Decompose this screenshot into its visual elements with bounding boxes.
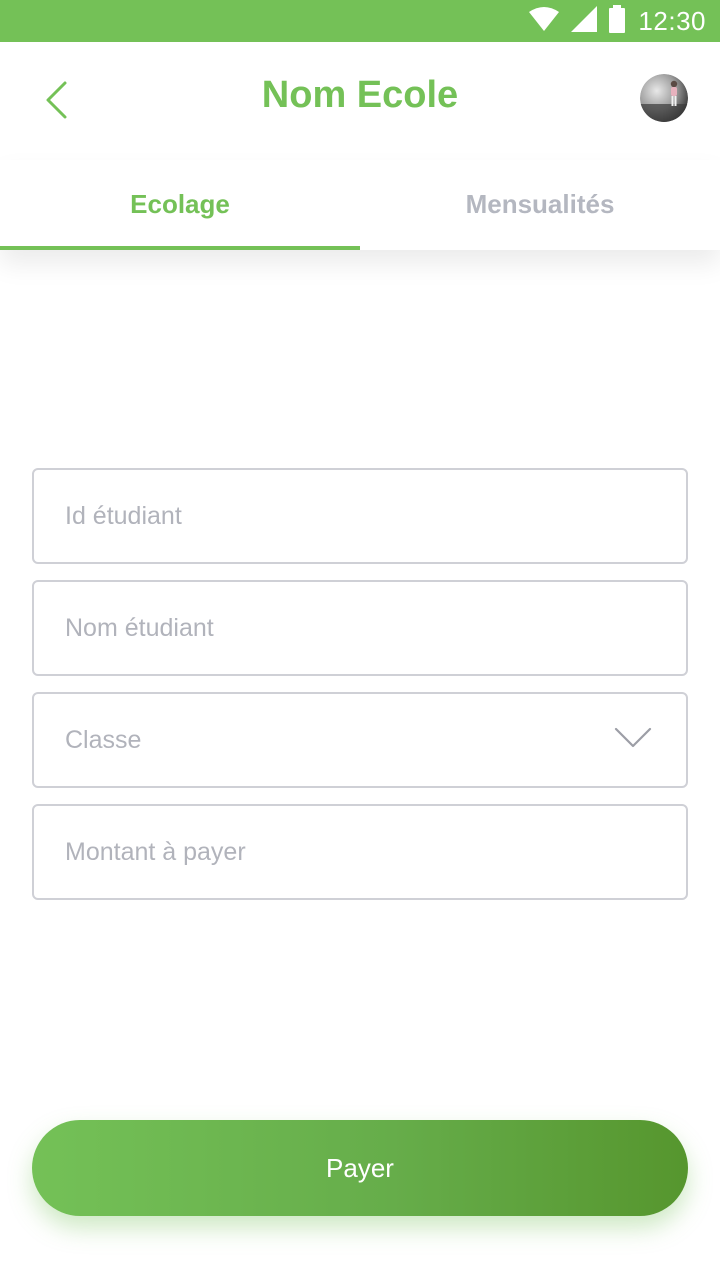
chevron-down-icon [614, 727, 652, 748]
tab-bar: Ecolage Mensualités [0, 160, 720, 250]
tab-mensualites[interactable]: Mensualités [360, 160, 720, 250]
student-id-input[interactable] [65, 501, 686, 531]
amount-field[interactable] [32, 804, 688, 900]
tab-ecolage[interactable]: Ecolage [0, 160, 360, 250]
wifi-icon [528, 6, 560, 37]
app-bar: Nom Ecole [0, 42, 720, 160]
avatar[interactable] [640, 74, 688, 122]
status-bar: 12:30 [0, 0, 720, 42]
page-title: Nom Ecole [261, 74, 459, 116]
user-avatar-icon [640, 74, 688, 122]
student-id-field[interactable] [32, 468, 688, 564]
pay-button[interactable]: Payer [32, 1120, 688, 1216]
signal-icon [570, 5, 598, 38]
amount-input[interactable] [65, 837, 686, 867]
student-name-field[interactable] [32, 580, 688, 676]
battery-icon [608, 4, 626, 38]
status-time: 12:30 [638, 5, 706, 36]
class-select-label: Classe [65, 725, 142, 754]
status-icons: 12:30 [528, 4, 706, 38]
class-select[interactable]: Classe [32, 692, 688, 788]
student-name-input[interactable] [65, 613, 686, 643]
